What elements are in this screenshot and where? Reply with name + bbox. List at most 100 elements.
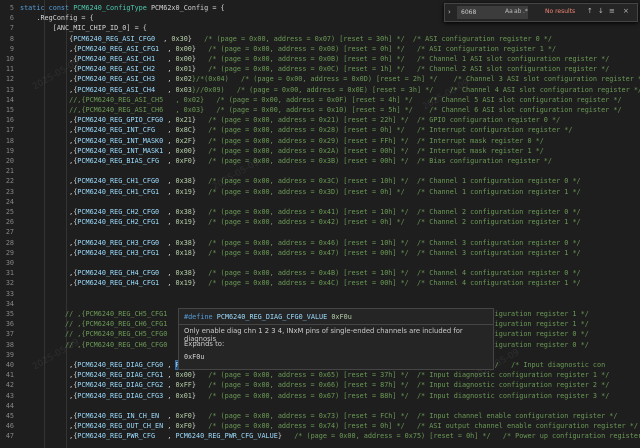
find-in-selection-icon[interactable]: ≡ (609, 7, 615, 15)
line-code: ,{PCM6240_REG_CH3_CFG0 , 0x38} /* (page … (20, 238, 581, 248)
code-token: , (159, 248, 176, 257)
code-line[interactable]: 24 (0, 197, 640, 207)
whole-word-toggle[interactable]: ab (514, 8, 522, 15)
code-token: /* (page = 0x00, address = 0x3D) [reset … (195, 187, 581, 196)
code-line[interactable]: 47 ,{PCM6240_REG_PWR_CFG , PCM6240_REG_P… (0, 431, 640, 441)
code-token: static const (20, 4, 74, 12)
line-number: 34 (5, 299, 14, 308)
regex-toggle[interactable]: .* (523, 8, 528, 15)
code-line[interactable]: 20 ,{PCM6240_REG_BIAS_CFG , 0xF0} /* (pa… (0, 156, 640, 166)
code-token: /* (page = 0x00, address = 0x4B) [reset … (195, 269, 581, 278)
code-line[interactable]: 8 {PCM6240_REG_ASI_CFG0 , 0x30} /* (page… (0, 34, 640, 44)
code-token: 0x19 (175, 279, 192, 288)
code-token: , (159, 177, 176, 186)
code-token: PCM6240_REG_ASI_CFG0 (73, 34, 156, 43)
line-code: ,{PCM6240_REG_CH4_CFG1 , 0x19} /* (page … (20, 278, 581, 288)
code-line[interactable]: 7 [ANC_MIC_CHIP_ID_0] = { (0, 23, 640, 33)
code-line[interactable]: 12 ,{PCM6240_REG_ASI_CH3 , 0x02}/*(0x04)… (0, 74, 640, 84)
code-token: , (163, 136, 176, 145)
code-line[interactable]: 25 ,{PCM6240_REG_CH2_CFG0 , 0x38} /* (pa… (0, 207, 640, 217)
code-token: }/*(0x04) /* (page = 0x00, address = 0x0… (191, 75, 640, 84)
line-number: 6 (9, 14, 14, 23)
code-line[interactable]: 10 ,{PCM6240_REG_ASI_CH1 , 0x00} /* (pag… (0, 54, 640, 64)
code-token: /* (page = 0x00, address = 0x29) [reset … (195, 136, 544, 145)
code-line[interactable]: 29 ,{PCM6240_REG_CH3_CFG1 , 0x18} /* (pa… (0, 248, 640, 258)
code-token: , (163, 381, 176, 390)
code-line[interactable]: 31 ,{PCM6240_REG_CH4_CFG0 , 0x38} /* (pa… (0, 268, 640, 278)
code-line[interactable]: 45 ,{PCM6240_REG_IN_CH_EN , 0xF0} /* (pa… (0, 411, 640, 421)
code-line[interactable]: 30 (0, 258, 640, 268)
code-editor[interactable]: 5 static const PCM6240_ConfigType PCM62x0… (0, 0, 640, 448)
code-line[interactable]: 28 ,{PCM6240_REG_CH3_CFG0 , 0x38} /* (pa… (0, 238, 640, 248)
line-code: ,{PCM6240_REG_CH2_CFG1 , 0x19} /* (page … (20, 217, 581, 227)
line-number: 43 (5, 391, 14, 400)
code-token: }//0x09) /* (page = 0x00, address = 0x0E… (191, 85, 640, 94)
code-line[interactable]: 11 ,{PCM6240_REG_ASI_CH2 , 0x01} /* (pag… (0, 64, 640, 74)
code-token: PCM6240_REG_CH4_CFG1 (77, 279, 160, 288)
code-token: , (163, 391, 176, 400)
code-line[interactable]: 33 (0, 289, 640, 299)
code-line[interactable]: 32 ,{PCM6240_REG_CH4_CFG1 , 0x19} /* (pa… (0, 278, 640, 288)
code-token: 0xF0 (175, 412, 192, 420)
code-line[interactable]: 22 ,{PCM6240_REG_CH1_CFG0 , 0x38} /* (pa… (0, 176, 640, 186)
line-code: ,{PCM6240_REG_INT_MASK1 , 0x00} /* (page… (20, 146, 544, 156)
code-line[interactable]: 41 ,{PCM6240_REG_DIAG_CFG1 , 0x00} /* (p… (0, 370, 640, 380)
code-token: /* (page = 0x00, address = 0x75) [reset … (281, 432, 640, 441)
code-line[interactable]: 14 //,{PCM6240_REG_ASI_CH5 , 0x02} /* (p… (0, 95, 640, 105)
code-line[interactable]: 43 ,{PCM6240_REG_DIAG_CFG3 , 0x01} /* (p… (0, 391, 640, 401)
code-token: ,{ (20, 218, 78, 227)
code-token: 0x8C (175, 126, 192, 135)
line-number: 25 (5, 208, 14, 216)
line-number: 31 (5, 269, 14, 278)
code-token: PCM6240_REG_INT_CFG (77, 126, 156, 135)
close-icon[interactable]: × (623, 7, 629, 15)
code-token: ,{ (20, 208, 78, 216)
next-match-icon[interactable]: ↓ (598, 7, 604, 15)
code-token: 0x01 (175, 65, 192, 74)
line-code: .RegConfig = { (20, 13, 93, 23)
code-line[interactable]: 46 ,{PCM6240_REG_OUT_CH_EN , 0xF0} /* (p… (0, 421, 640, 431)
code-line[interactable]: 13 ,{PCM6240_REG_ASI_CH4 , 0x03}//0x09) … (0, 85, 640, 95)
code-line[interactable]: 16 ,{PCM6240_REG_GPIO_CFG0 , 0x21} /* (p… (0, 115, 640, 125)
code-token: PCM6240_REG_ASI_CH3 (77, 75, 156, 84)
code-token: , (155, 55, 176, 63)
code-token: PCM6240_REG_ASI_CFG1 (77, 44, 160, 53)
code-token: , (163, 422, 176, 431)
macro-name: PCM6240_REG_DIAG_CFG0_VALUE (216, 313, 328, 321)
code-token: PCM6240_REG_GPIO_CFG0 (77, 116, 164, 125)
code-line[interactable]: 23 ,{PCM6240_REG_CH1_CFG1 , 0x19} /* (pa… (0, 187, 640, 197)
code-token: 0x00 (175, 55, 192, 63)
code-token: ,{ (20, 238, 78, 247)
code-line[interactable]: 15 //,{PCM6240_REG_ASI_CH6 , 0x03} /* (p… (0, 105, 640, 115)
line-code: ,{PCM6240_REG_BIAS_CFG , 0xF0} /* (page … (20, 156, 552, 166)
line-number: 15 (5, 106, 14, 114)
code-line[interactable]: 42 ,{PCM6240_REG_DIAG_CFG2 , 0xFF} /* (p… (0, 380, 640, 390)
line-code: ,{PCM6240_REG_INT_MASK0 , 0x2F} /* (page… (20, 136, 544, 146)
code-token: /* (page = 0x00, address = 0x2A) [reset … (195, 146, 544, 155)
previous-match-icon[interactable]: ↑ (587, 7, 593, 15)
code-line[interactable]: 17 ,{PCM6240_REG_INT_CFG , 0x8C} /* (pag… (0, 125, 640, 135)
code-token: ,{ (20, 279, 78, 288)
line-code: ,{PCM6240_REG_CH1_CFG0 , 0x38} /* (page … (20, 176, 581, 186)
code-token: ,{ (20, 391, 78, 400)
code-token: 0xF0 (175, 422, 192, 431)
code-token: , (155, 85, 176, 94)
code-token: , (159, 157, 176, 165)
code-line[interactable]: 9 ,{PCM6240_REG_ASI_CFG1 , 0x00} /* (pag… (0, 44, 640, 54)
macro-value: 0xF0u (331, 313, 352, 321)
code-token: , (159, 279, 176, 288)
code-line[interactable]: 26 ,{PCM6240_REG_CH2_CFG1 , 0x19} /* (pa… (0, 217, 640, 227)
code-line[interactable]: 27 (0, 227, 640, 237)
code-line[interactable]: 19 ,{PCM6240_REG_INT_MASK1 , 0x00} /* (p… (0, 146, 640, 156)
code-line[interactable]: 18 ,{PCM6240_REG_INT_MASK0 , 0x2F} /* (p… (0, 136, 640, 146)
code-line[interactable]: 44 (0, 401, 640, 411)
code-line[interactable]: 21 (0, 166, 640, 176)
code-token: /* (page = 0x00, address = 0x21) [reset … (195, 116, 561, 125)
line-code: {PCM6240_REG_ASI_CFG0 , 0x30} /* (page =… (20, 34, 552, 44)
match-case-toggle[interactable]: Aa (505, 8, 513, 15)
line-number: 5 (9, 4, 14, 12)
line-number: 18 (5, 136, 14, 145)
toggle-replace-icon[interactable]: › (448, 8, 451, 16)
code-token: ,{ (20, 177, 78, 186)
line-number: 23 (5, 187, 14, 196)
